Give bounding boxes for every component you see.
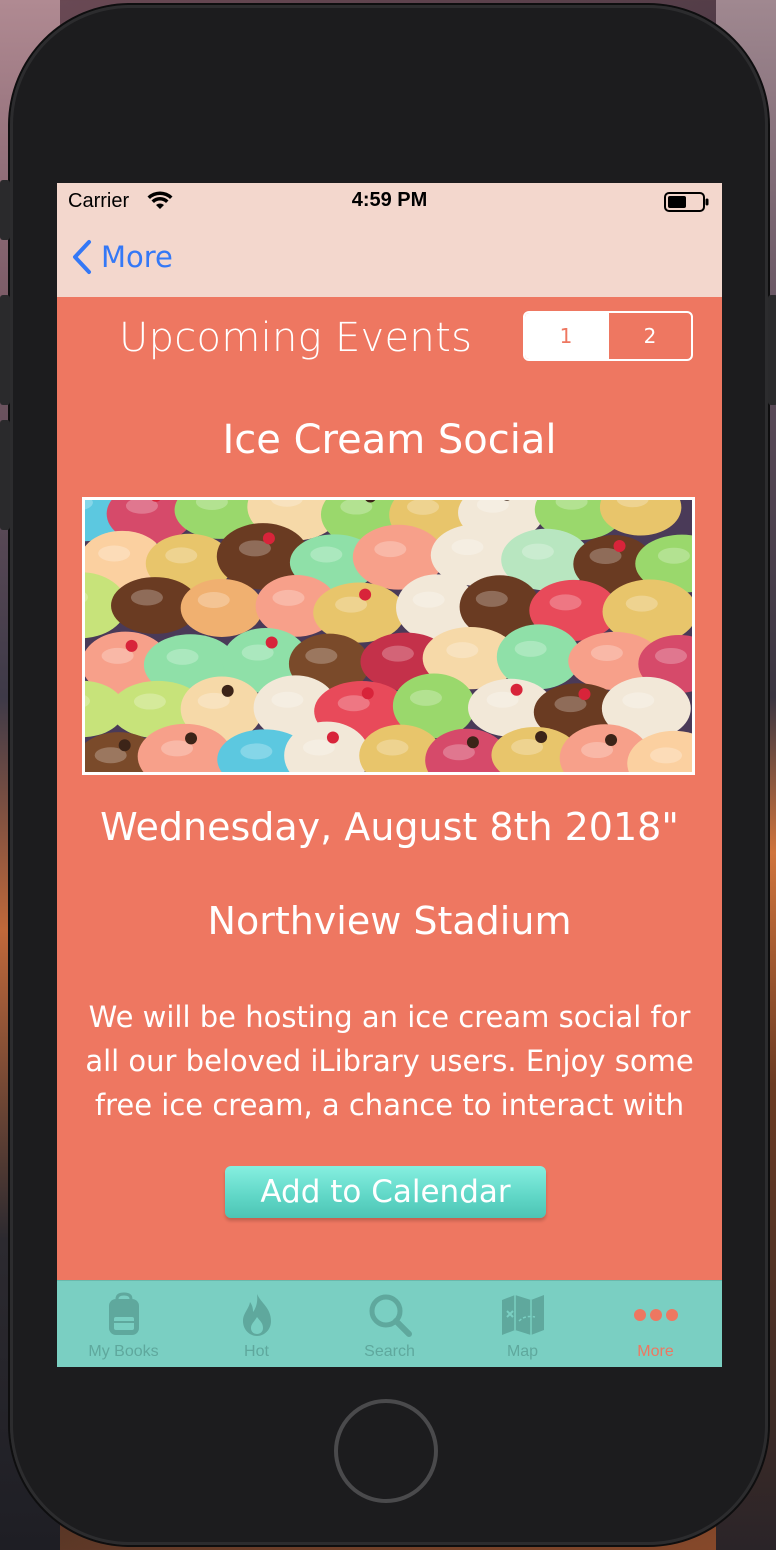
add-to-calendar-button[interactable]: Add to Calendar <box>225 1166 546 1218</box>
app-screen: Carrier 4:59 PM More Upcoming Events 1 2… <box>57 183 722 1367</box>
event-page-selector: 1 2 <box>523 311 693 361</box>
volume-up-button <box>0 295 10 405</box>
flame-icon <box>242 1294 271 1336</box>
segment-1[interactable]: 1 <box>525 313 607 359</box>
tab-label: My Books <box>88 1343 159 1360</box>
map-icon <box>501 1295 544 1335</box>
home-button[interactable] <box>334 1399 438 1503</box>
tab-label: Search <box>364 1343 415 1360</box>
backpack-icon <box>108 1292 139 1335</box>
tab-hot[interactable]: Hot <box>190 1281 323 1367</box>
event-image <box>82 497 695 775</box>
event-description: We will be hosting an ice cream social f… <box>85 1000 694 1122</box>
tab-my-books[interactable]: My Books <box>57 1281 190 1367</box>
navigation-bar: More <box>57 219 722 297</box>
more-icon <box>633 1309 678 1321</box>
clock-time: 4:59 PM <box>351 189 428 211</box>
status-bar: Carrier 4:59 PM <box>57 183 722 219</box>
back-button[interactable]: More <box>71 237 173 277</box>
search-icon <box>369 1294 412 1337</box>
chevron-left-icon <box>73 240 91 274</box>
section-title: Upcoming Events <box>119 315 473 361</box>
segment-2[interactable]: 2 <box>607 313 691 359</box>
tab-map[interactable]: Map <box>456 1281 589 1367</box>
volume-down-button <box>0 420 10 530</box>
power-button <box>768 295 776 405</box>
battery-icon <box>664 192 709 212</box>
tab-more[interactable]: More <box>589 1281 722 1367</box>
ice-cream-scoops-photo <box>85 500 692 772</box>
tab-label: Map <box>506 1343 539 1360</box>
tab-label: More <box>637 1343 674 1360</box>
tab-search[interactable]: Search <box>323 1281 456 1367</box>
tab-label: Hot <box>244 1343 269 1360</box>
back-button-label: More <box>101 240 173 274</box>
event-content: Upcoming Events 1 2 Ice Cream Social Wed… <box>57 297 722 1280</box>
tab-bar: My Books Hot Search Map More <box>57 1280 722 1367</box>
event-title: Ice Cream Social <box>222 417 557 463</box>
event-location: Northview Stadium <box>207 899 572 943</box>
mute-switch <box>0 180 10 240</box>
event-date: Wednesday, August 8th 2018" <box>100 805 679 849</box>
